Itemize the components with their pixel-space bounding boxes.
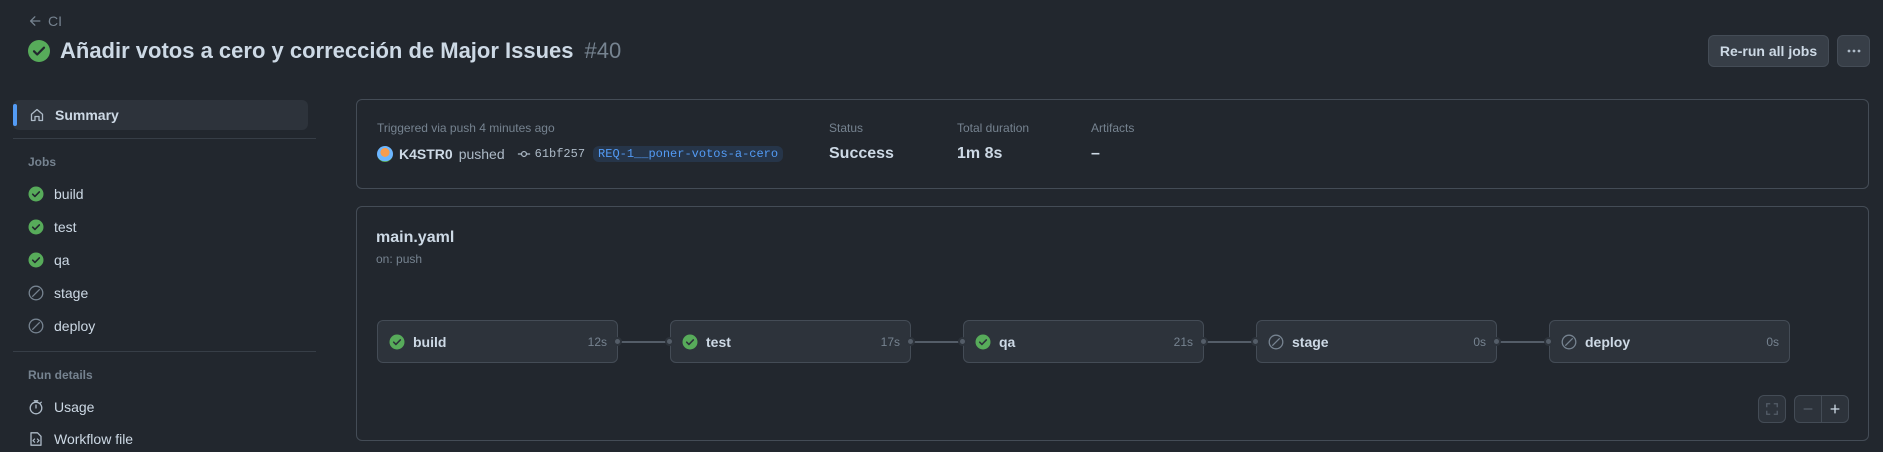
check-circle-icon — [28, 252, 44, 268]
skip-icon — [28, 285, 44, 301]
sidebar-item-label: Workflow file — [54, 431, 134, 447]
plus-icon — [1830, 404, 1840, 414]
job-card-stage[interactable]: stage 0s — [1256, 320, 1497, 363]
zoom-out-button[interactable] — [1794, 395, 1822, 423]
connector-dot — [1199, 337, 1208, 346]
connector-dot — [1492, 337, 1501, 346]
job-name: deploy — [1585, 333, 1631, 350]
connector-dot — [1544, 337, 1553, 346]
job-name: stage — [1292, 333, 1329, 350]
workflow-file-name: main.yaml — [376, 229, 455, 246]
job-duration: 0s — [1473, 334, 1486, 349]
job-duration: 17s — [880, 334, 900, 349]
job-name: test — [706, 333, 731, 350]
duration-value: 1m 8s — [957, 145, 1003, 162]
sidebar-item-test[interactable]: test — [28, 219, 77, 235]
job-connector — [619, 341, 670, 343]
arrow-left-icon — [29, 16, 41, 26]
kebab-horizontal-icon — [1847, 49, 1860, 53]
job-connector — [1498, 341, 1549, 343]
sidebar-heading-run-details: Run details — [28, 368, 93, 382]
zoom-in-button[interactable] — [1821, 395, 1849, 423]
check-circle-icon — [28, 219, 44, 235]
run-summary-card — [356, 99, 1869, 189]
stopwatch-icon — [29, 400, 43, 415]
duration-label: Total duration — [957, 121, 1030, 135]
job-duration: 0s — [1766, 334, 1779, 349]
actor-name[interactable]: K4STR0 — [399, 146, 453, 162]
rerun-all-jobs-button[interactable]: Re-run all jobs — [1708, 35, 1829, 67]
sidebar-divider — [13, 351, 316, 352]
sidebar-item-workflow-file[interactable]: Workflow file — [28, 431, 133, 447]
connector-dot — [1251, 337, 1260, 346]
job-card-test[interactable]: test 17s — [670, 320, 911, 363]
sidebar-item-label: stage — [54, 285, 89, 301]
status-value: Success — [829, 145, 894, 162]
commit-sha: 61bf257 — [534, 147, 586, 161]
workflow-trigger: on: push — [376, 252, 423, 266]
connector-dot — [613, 337, 622, 346]
skip-icon — [1561, 334, 1577, 349]
sidebar-heading-jobs: Jobs — [28, 155, 57, 169]
push-action: pushed — [458, 146, 505, 162]
sidebar-item-label: deploy — [54, 318, 96, 334]
job-duration: 21s — [1173, 334, 1193, 349]
sidebar-item-label: build — [54, 186, 84, 202]
minus-icon — [1803, 408, 1813, 410]
sidebar-item-usage[interactable]: Usage — [28, 399, 94, 415]
run-number: #40 — [584, 38, 622, 63]
connector-dot — [906, 337, 915, 346]
sidebar-item-label: qa — [54, 252, 70, 268]
sidebar-item-qa[interactable]: qa — [28, 252, 70, 268]
back-link-label: CI — [48, 13, 62, 29]
artifacts-label: Artifacts — [1091, 121, 1135, 135]
job-name: qa — [999, 333, 1016, 350]
job-card-deploy[interactable]: deploy 0s — [1549, 320, 1790, 363]
job-name: build — [413, 333, 447, 350]
file-code-icon — [30, 432, 42, 446]
check-circle-icon — [28, 40, 50, 62]
sidebar-item-stage[interactable]: stage — [28, 285, 88, 301]
avatar[interactable] — [377, 146, 393, 162]
trigger-text: Triggered via push 4 minutes ago — [377, 121, 555, 135]
status-label: Status — [829, 121, 864, 135]
page-title-row: Añadir votos a cero y corrección de Majo… — [27, 38, 621, 64]
push-info: K4STR0 pushed 61bf257 REQ-1__poner-votos… — [377, 146, 784, 162]
sidebar-item-deploy[interactable]: deploy — [28, 318, 95, 334]
sidebar-item-build[interactable]: build — [28, 186, 84, 202]
check-circle-icon — [975, 334, 991, 349]
artifacts-value: – — [1091, 145, 1100, 162]
sidebar-item-label: Usage — [54, 399, 95, 415]
job-connector — [1205, 341, 1256, 343]
sidebar-item-label: Summary — [55, 107, 119, 123]
skip-icon — [1268, 334, 1284, 349]
fullscreen-button[interactable] — [1758, 395, 1786, 423]
connector-dot — [958, 337, 967, 346]
check-circle-icon — [28, 186, 44, 202]
sidebar-item-summary[interactable]: Summary — [13, 100, 308, 130]
job-card-qa[interactable]: qa 21s — [963, 320, 1204, 363]
branch-label[interactable]: REQ-1__poner-votos-a-cero — [593, 146, 784, 162]
commit-link[interactable]: 61bf257 — [517, 147, 585, 161]
sidebar-item-label: test — [54, 219, 77, 235]
more-options-button[interactable] — [1837, 35, 1870, 67]
fullscreen-icon — [1766, 403, 1778, 415]
back-link[interactable]: CI — [28, 13, 62, 29]
skip-icon — [28, 318, 44, 334]
page-title: Añadir votos a cero y corrección de Majo… — [60, 38, 574, 63]
home-icon — [30, 108, 44, 122]
check-circle-icon — [682, 334, 698, 349]
check-circle-icon — [389, 334, 405, 349]
job-duration: 12s — [587, 334, 607, 349]
job-connector — [912, 341, 963, 343]
git-commit-icon — [517, 150, 530, 158]
sidebar-divider — [13, 138, 316, 139]
job-card-build[interactable]: build 12s — [377, 320, 618, 363]
connector-dot — [665, 337, 674, 346]
